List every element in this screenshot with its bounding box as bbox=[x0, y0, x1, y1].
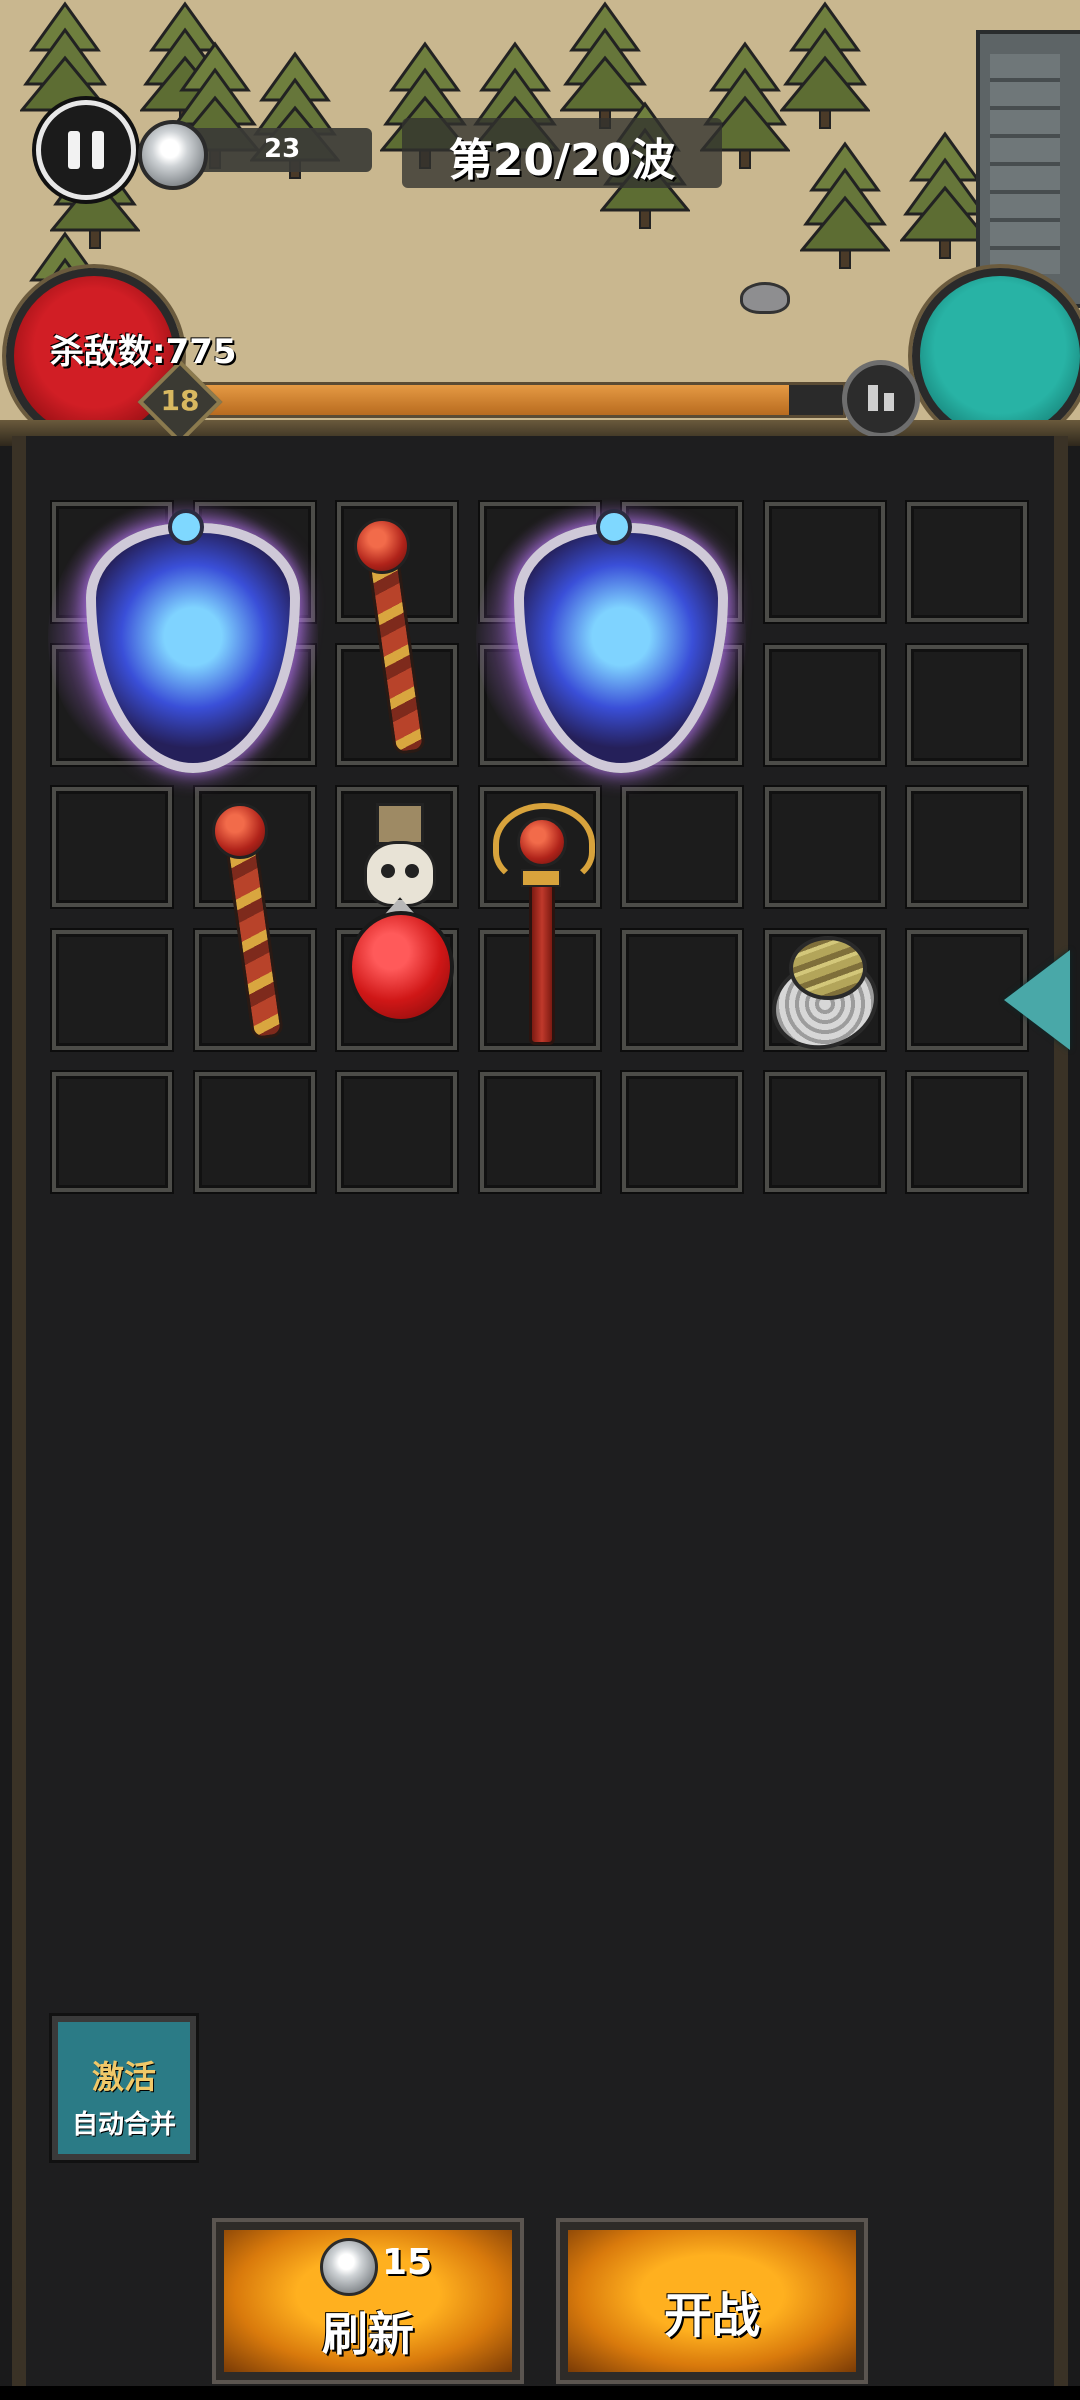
shield-item[interactable] bbox=[475, 493, 746, 784]
expand-arrow-icon[interactable] bbox=[1004, 950, 1070, 1050]
pine-tree bbox=[800, 141, 890, 269]
coin-count: 23 bbox=[264, 134, 301, 164]
pause-icon bbox=[68, 131, 80, 169]
stats-icon bbox=[868, 385, 878, 411]
inventory-slot[interactable] bbox=[764, 1072, 885, 1192]
staff-item[interactable] bbox=[200, 793, 310, 1043]
inventory-slot[interactable] bbox=[907, 1072, 1027, 1192]
skull-potion-item[interactable] bbox=[342, 803, 454, 1033]
inventory-slot[interactable] bbox=[622, 929, 742, 1050]
silver-coin-icon bbox=[320, 2238, 378, 2296]
xp-bar bbox=[170, 382, 846, 418]
refresh-label: 刷新 bbox=[322, 2307, 414, 2361]
inventory-slot[interactable] bbox=[907, 644, 1027, 765]
staff-item[interactable] bbox=[342, 508, 452, 758]
auto-merge-button[interactable]: 激活 自动合并 bbox=[52, 2016, 196, 2160]
mana-orb bbox=[912, 268, 1080, 444]
start-battle-label: 开战 bbox=[663, 2288, 760, 2344]
inventory-slot[interactable] bbox=[52, 929, 172, 1050]
inventory-slot[interactable] bbox=[907, 502, 1027, 622]
inventory-slot[interactable] bbox=[622, 1072, 742, 1192]
castle-tower bbox=[976, 30, 1080, 308]
xp-bar-fill bbox=[173, 385, 790, 415]
stats-button[interactable] bbox=[842, 360, 920, 438]
inventory-slot[interactable] bbox=[622, 787, 742, 907]
rock bbox=[740, 282, 790, 314]
shield-item[interactable] bbox=[48, 493, 319, 784]
pause-button[interactable] bbox=[36, 100, 136, 200]
inventory-slot[interactable] bbox=[337, 1072, 457, 1192]
inventory-slot[interactable] bbox=[194, 1072, 315, 1192]
inventory-slot[interactable] bbox=[907, 787, 1027, 907]
level-number: 18 bbox=[160, 384, 200, 417]
auto-merge-activate-label: 激活 bbox=[91, 2058, 156, 2096]
scepter-item[interactable] bbox=[475, 793, 605, 1046]
refresh-button[interactable]: 15 刷新 bbox=[216, 2222, 520, 2380]
wave-label: 第20/20波 bbox=[448, 135, 676, 186]
inventory-slot[interactable] bbox=[52, 1072, 172, 1192]
auto-merge-label: 自动合并 bbox=[71, 2110, 176, 2140]
pine-tree bbox=[780, 1, 870, 129]
silver-coin-icon bbox=[138, 120, 208, 190]
inventory-slot[interactable] bbox=[479, 1072, 600, 1192]
ring-item[interactable] bbox=[758, 930, 891, 1064]
inventory-slot[interactable] bbox=[764, 502, 885, 622]
refresh-cost: 15 bbox=[382, 2242, 433, 2283]
inventory-slot[interactable] bbox=[52, 787, 172, 907]
start-battle-button[interactable]: 开战 bbox=[560, 2222, 864, 2380]
inventory-slot[interactable] bbox=[764, 644, 885, 765]
inventory-slot[interactable] bbox=[764, 787, 885, 907]
bottom-bar bbox=[0, 2386, 1080, 2400]
kill-count: 杀敌数:775 bbox=[50, 332, 237, 372]
